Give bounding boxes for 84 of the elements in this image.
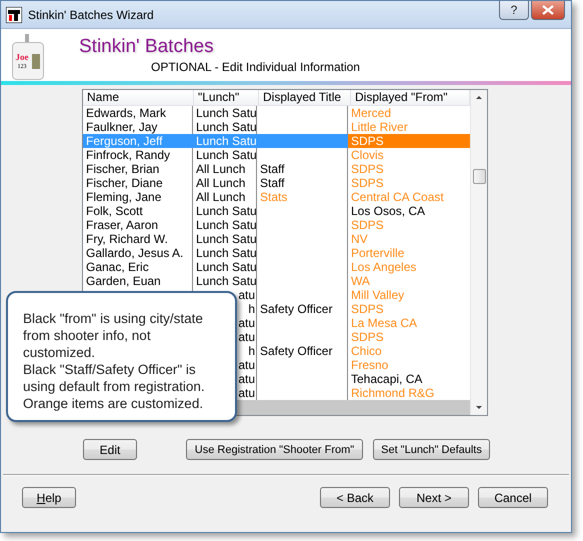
app-icon [6,6,22,22]
table-cell: Lunch Satu [196,204,257,218]
table-cell: atu [238,288,255,302]
table-cell: Lunch Satu [196,120,257,134]
table-cell: SDPS [351,218,384,232]
table-cell: Fry, Richard W. [86,232,168,246]
table-cell: SDPS [351,302,384,316]
next-button[interactable]: Next > [399,487,469,508]
column-header[interactable]: Displayed Title [259,90,351,106]
table-cell: Lunch Satu [196,148,257,162]
table-cell: Lunch Satu [196,134,257,148]
table-cell: Garden, Euan [86,274,161,288]
table-cell: WA [351,274,370,288]
vertical-scrollbar[interactable] [470,90,487,415]
table-cell: Lunch Satu [196,218,257,232]
table-cell: Tehacapi, CA [351,372,422,386]
back-button[interactable]: < Back [320,487,390,508]
table-cell: Finfrock, Randy [86,148,170,162]
close-icon [542,5,554,15]
table-cell: Los Osos, CA [351,204,426,218]
table-cell: Fischer, Diane [86,176,163,190]
table-cell: Fresno [351,358,388,372]
help-button[interactable]: Help [22,487,76,508]
table-cell: atu [238,372,255,386]
table-cell: Safety Officer [260,344,332,358]
table-cell: SDPS [351,162,384,176]
table-cell: Lunch Satu [196,246,257,260]
table-cell: Lunch Satu [196,106,257,120]
cancel-button[interactable]: Cancel [478,487,548,508]
note-tooltip: Black "from" is using city/state from shooter info, not customized. Black "Staff/Safety Officer" is using default from registration. Orange items are customized. [6,291,237,422]
table-cell: Folk, Scott [86,204,143,218]
table-cell: La Mesa CA [351,316,418,330]
table-cell: atu [238,330,255,344]
table-cell: SDPS [351,176,384,190]
table-cell: Safety Officer [260,302,332,316]
set-defaults-button[interactable]: Set "Lunch" Defaults [373,439,490,460]
table-cell: Richmond R&G [351,386,434,400]
scroll-down-icon[interactable] [476,406,482,409]
scroll-thumb[interactable] [472,169,486,184]
table-cell: Lunch Satu [196,232,257,246]
table-cell: All Lunch [196,176,246,190]
table-cell: Porterville [351,246,404,260]
table-cell: atu [238,386,255,400]
table-cell: Edwards, Mark [86,106,166,120]
table-cell: Los Angeles [351,260,416,274]
table-cell: h [248,302,255,316]
table-cell: Central CA Coast [351,190,444,204]
photo-icon [32,54,40,69]
table-cell: NV [351,232,368,246]
table-cell: atu [238,358,255,372]
help-button[interactable]: ? [499,1,529,20]
edit-button[interactable]: Edit [83,439,137,460]
table-cell: Fraser, Aaron [86,218,158,232]
wizard-subtitle: OPTIONAL - Edit Individual Information [151,60,360,74]
table-cell: Clovis [351,148,384,162]
column-header[interactable]: Name [83,90,194,106]
column-header[interactable]: "Lunch" [194,90,259,106]
table-cell: SDPS [351,330,384,344]
wizard-title: Stinkin' Batches [79,36,215,58]
table-cell: h [248,344,255,358]
table-cell: Merced [351,106,392,120]
table-cell: Mill Valley [351,288,404,302]
table-cell: Ferguson, Jeff [86,134,162,148]
table-cell: Fleming, Jane [86,190,162,204]
badge-name: Joe [16,52,28,62]
table-cell: Faulkner, Jay [86,120,158,134]
close-button[interactable] [531,1,565,20]
table-cell: Lunch Satu [196,274,257,288]
use-registration-button[interactable]: Use Registration "Shooter From" [186,439,363,460]
table-cell: atu [238,316,255,330]
table-cell: Stats [260,190,288,204]
table-cell: Lunch Satu [196,260,257,274]
table-cell: Gallardo, Jesus A. [86,246,184,260]
scroll-up-icon[interactable] [476,96,482,99]
table-cell: Chico [351,344,382,358]
table-cell: All Lunch [196,190,246,204]
table-cell: Little River [351,120,408,134]
table-cell: Ganac, Eric [86,260,149,274]
window-title: Stinkin' Batches Wizard [28,8,155,22]
table-cell: Staff [260,176,284,190]
table-cell: Staff [260,162,284,176]
table-cell: Fischer, Brian [86,162,160,176]
table-cell: All Lunch [196,162,246,176]
table-cell: SDPS [351,134,384,148]
